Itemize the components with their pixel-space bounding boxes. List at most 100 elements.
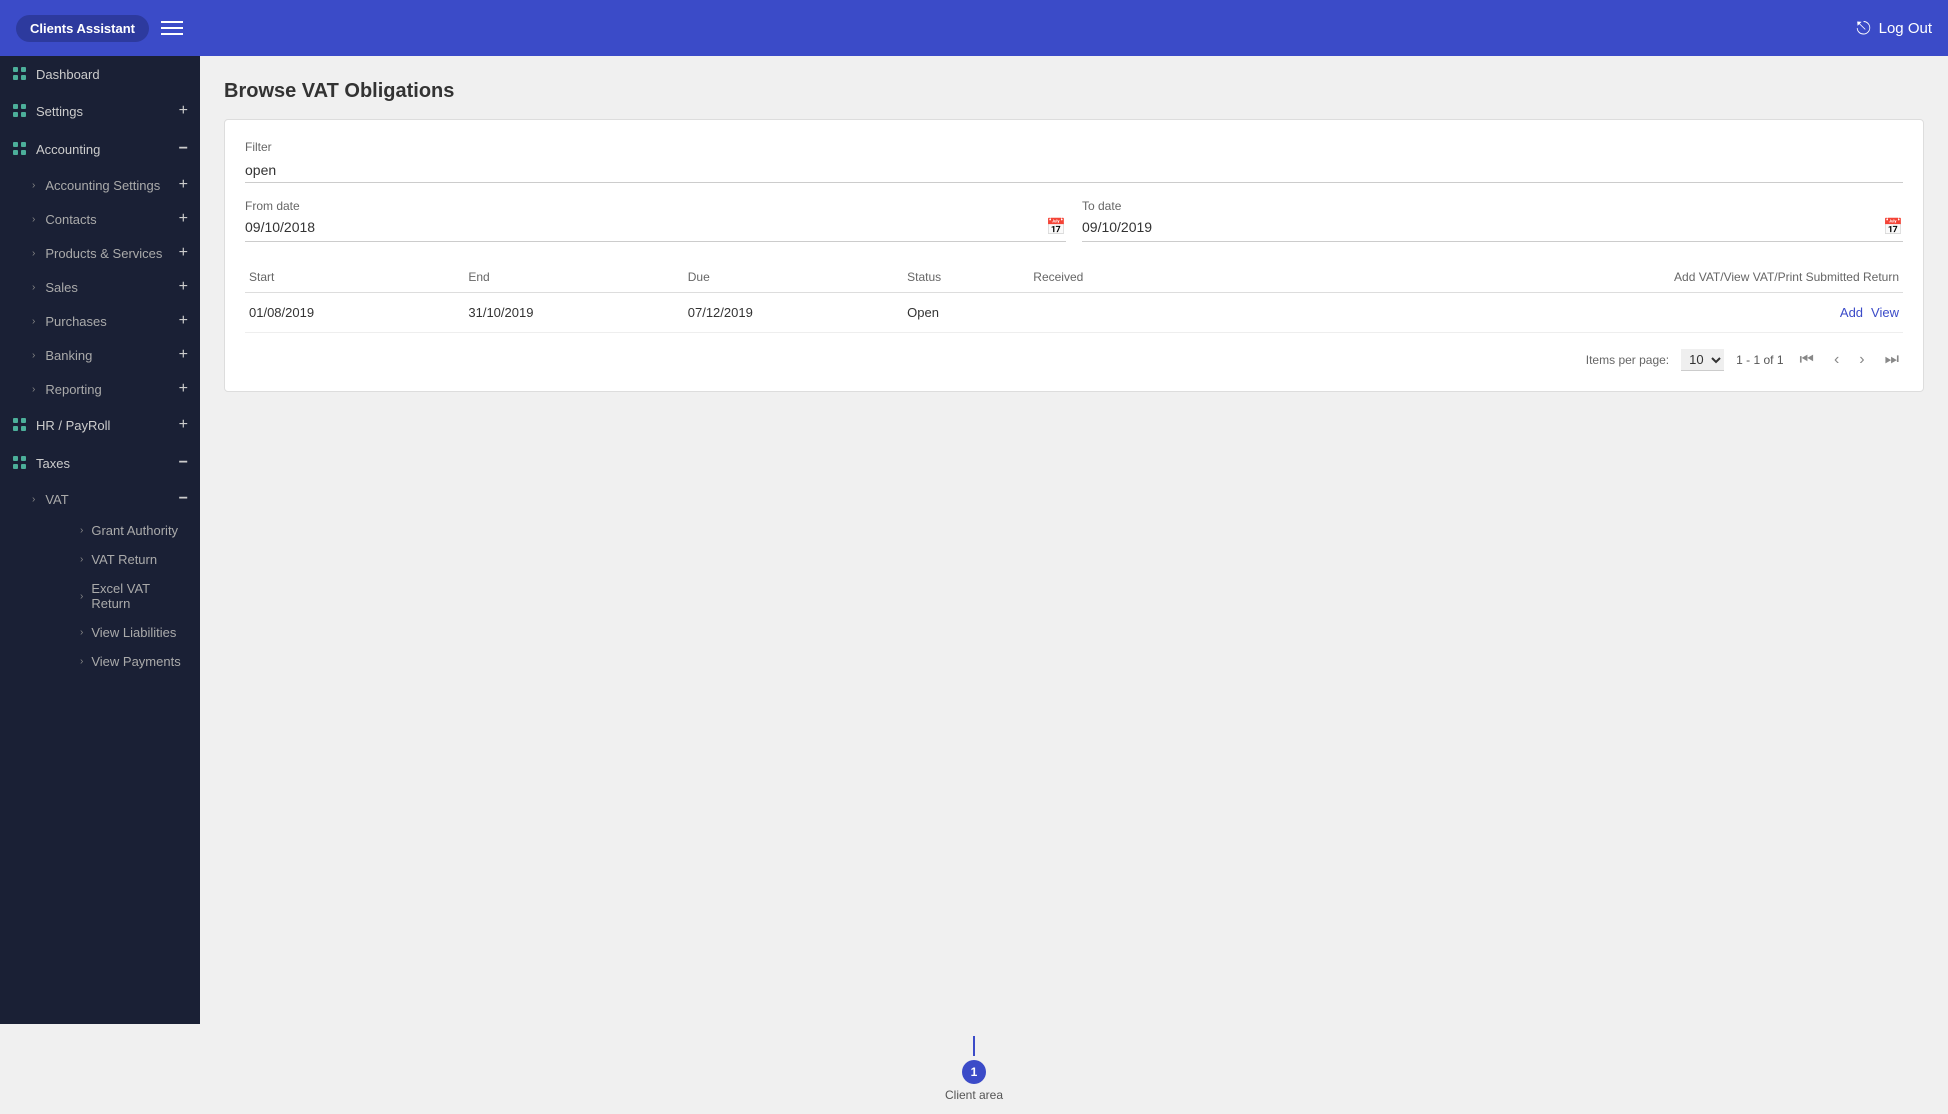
sidebar-item-grant-authority[interactable]: › Grant Authority xyxy=(80,516,200,545)
from-date-wrap: 📅 xyxy=(245,217,1066,242)
col-status: Status xyxy=(903,262,1029,293)
chevron-vat-return: › xyxy=(80,554,83,565)
sidebar-item-taxes[interactable]: Taxes − xyxy=(0,444,200,482)
logout-icon: ⎋ xyxy=(1856,18,1870,39)
sidebar-item-accounting-settings[interactable]: › Accounting Settings + xyxy=(32,168,200,202)
purchases-expand-icon: + xyxy=(179,312,188,330)
hamburger-line-3 xyxy=(161,33,183,35)
settings-icon xyxy=(12,103,28,119)
hamburger-button[interactable] xyxy=(161,21,183,35)
chevron-purchases: › xyxy=(32,316,35,327)
sidebar-label-purchases: Purchases xyxy=(45,314,106,329)
sidebar-label-grant-authority: Grant Authority xyxy=(91,523,178,538)
chevron-accounting-settings: › xyxy=(32,180,35,191)
col-end: End xyxy=(464,262,683,293)
bottom-area: 1 Client area xyxy=(0,1024,1948,1114)
dashboard-icon xyxy=(12,66,28,82)
chevron-view-liabilities: › xyxy=(80,627,83,638)
sidebar-item-settings[interactable]: Settings + xyxy=(0,92,200,130)
hr-payroll-icon xyxy=(12,417,28,433)
sidebar-item-hr-payroll[interactable]: HR / PayRoll + xyxy=(0,406,200,444)
sidebar-item-vat[interactable]: › VAT − xyxy=(32,482,200,516)
sidebar-label-dashboard: Dashboard xyxy=(36,67,100,82)
vat-obligations-card: Filter From date 📅 To date 📅 xyxy=(224,119,1924,392)
page-info: 1 - 1 of 1 xyxy=(1736,353,1783,367)
chevron-excel-vat-return: › xyxy=(80,591,83,602)
hr-payroll-expand-icon: + xyxy=(179,416,188,434)
logo-button[interactable]: Clients Assistant xyxy=(16,15,149,42)
sidebar-item-accounting-left: Accounting xyxy=(12,141,100,157)
chevron-contacts: › xyxy=(32,214,35,225)
sidebar-label-hr-payroll: HR / PayRoll xyxy=(36,418,110,433)
sidebar-item-taxes-left: Taxes xyxy=(12,455,70,471)
sidebar-item-hr-payroll-left: HR / PayRoll xyxy=(12,417,110,433)
sidebar-label-vat-return: VAT Return xyxy=(91,552,157,567)
action-link-add[interactable]: Add xyxy=(1840,305,1863,320)
first-page-button[interactable]: ⏮ xyxy=(1796,349,1818,371)
next-page-button[interactable]: › xyxy=(1855,349,1868,371)
client-area-label: Client area xyxy=(12,1088,1936,1102)
sidebar-item-banking[interactable]: › Banking + xyxy=(32,338,200,372)
taxes-collapse-icon: − xyxy=(179,454,188,472)
cell-start: 01/08/2019 xyxy=(245,293,464,333)
from-date-calendar-icon[interactable]: 📅 xyxy=(1046,217,1066,237)
sidebar-item-sales[interactable]: › Sales + xyxy=(32,270,200,304)
cell-status: Open xyxy=(903,293,1029,333)
cell-end: 31/10/2019 xyxy=(464,293,683,333)
sidebar-item-accounting[interactable]: Accounting − xyxy=(0,130,200,168)
sidebar-item-view-payments[interactable]: › View Payments xyxy=(80,647,200,676)
logout-button[interactable]: ⎋ Log Out xyxy=(1856,18,1932,39)
col-actions: Add VAT/View VAT/Print Submitted Return xyxy=(1204,262,1904,293)
items-per-page-select[interactable]: 10 25 50 xyxy=(1681,349,1724,371)
sidebar-label-view-liabilities: View Liabilities xyxy=(91,625,176,640)
sidebar-item-dashboard[interactable]: Dashboard xyxy=(0,56,200,92)
filter-input[interactable] xyxy=(245,158,1903,183)
action-link-view[interactable]: View xyxy=(1871,305,1899,320)
sidebar-item-excel-vat-return[interactable]: › Excel VAT Return xyxy=(80,574,200,618)
pagination-row: Items per page: 10 25 50 1 - 1 of 1 ⏮ ‹ … xyxy=(245,349,1903,371)
to-date-group: To date 📅 xyxy=(1082,199,1903,242)
sidebar-label-view-payments: View Payments xyxy=(91,654,180,669)
header-left: Clients Assistant xyxy=(16,15,183,42)
sidebar-label-banking: Banking xyxy=(45,348,92,363)
prev-page-button[interactable]: ‹ xyxy=(1830,349,1843,371)
filter-section: Filter xyxy=(245,140,1903,183)
sidebar-label-reporting: Reporting xyxy=(45,382,101,397)
sidebar-item-purchases[interactable]: › Purchases + xyxy=(32,304,200,338)
col-received: Received xyxy=(1029,262,1203,293)
sidebar-item-products-services[interactable]: › Products & Services + xyxy=(32,236,200,270)
sidebar-label-accounting: Accounting xyxy=(36,142,100,157)
vat-submenu: › Grant Authority › VAT Return › Excel V… xyxy=(32,516,200,676)
sidebar-item-settings-left: Settings xyxy=(12,103,83,119)
to-date-wrap: 📅 xyxy=(1082,217,1903,242)
from-date-input[interactable] xyxy=(245,219,1046,235)
chevron-sales: › xyxy=(32,282,35,293)
sidebar-label-products-services: Products & Services xyxy=(45,246,162,261)
app-header: Clients Assistant ⎋ Log Out xyxy=(0,0,1948,56)
date-row: From date 📅 To date 📅 xyxy=(245,199,1903,242)
logout-label: Log Out xyxy=(1879,20,1932,37)
sidebar-item-view-liabilities[interactable]: › View Liabilities xyxy=(80,618,200,647)
chevron-reporting: › xyxy=(32,384,35,395)
sidebar-label-sales: Sales xyxy=(45,280,78,295)
cell-actions: Add View xyxy=(1204,293,1904,333)
sidebar-item-reporting[interactable]: › Reporting + xyxy=(32,372,200,406)
page-title: Browse VAT Obligations xyxy=(224,80,1924,103)
to-date-calendar-icon[interactable]: 📅 xyxy=(1883,217,1903,237)
to-date-input[interactable] xyxy=(1082,219,1883,235)
vat-obligations-table: Start End Due Status Received Add VAT/Vi… xyxy=(245,262,1903,333)
sidebar-item-contacts[interactable]: › Contacts + xyxy=(32,202,200,236)
chevron-banking: › xyxy=(32,350,35,361)
accounting-settings-expand-icon: + xyxy=(179,176,188,194)
chevron-grant-authority: › xyxy=(80,525,83,536)
accounting-submenu: › Accounting Settings + › Contacts + › P… xyxy=(0,168,200,406)
filter-label: Filter xyxy=(245,140,1903,154)
taxes-icon xyxy=(12,455,28,471)
last-page-button[interactable]: ⏭ xyxy=(1881,349,1903,371)
sidebar-label-vat: VAT xyxy=(45,492,68,507)
sidebar-item-vat-return[interactable]: › VAT Return xyxy=(80,545,200,574)
chevron-vat: › xyxy=(32,494,35,505)
contacts-expand-icon: + xyxy=(179,210,188,228)
from-date-label: From date xyxy=(245,199,1066,213)
main-content: Browse VAT Obligations Filter From date … xyxy=(200,56,1948,1024)
